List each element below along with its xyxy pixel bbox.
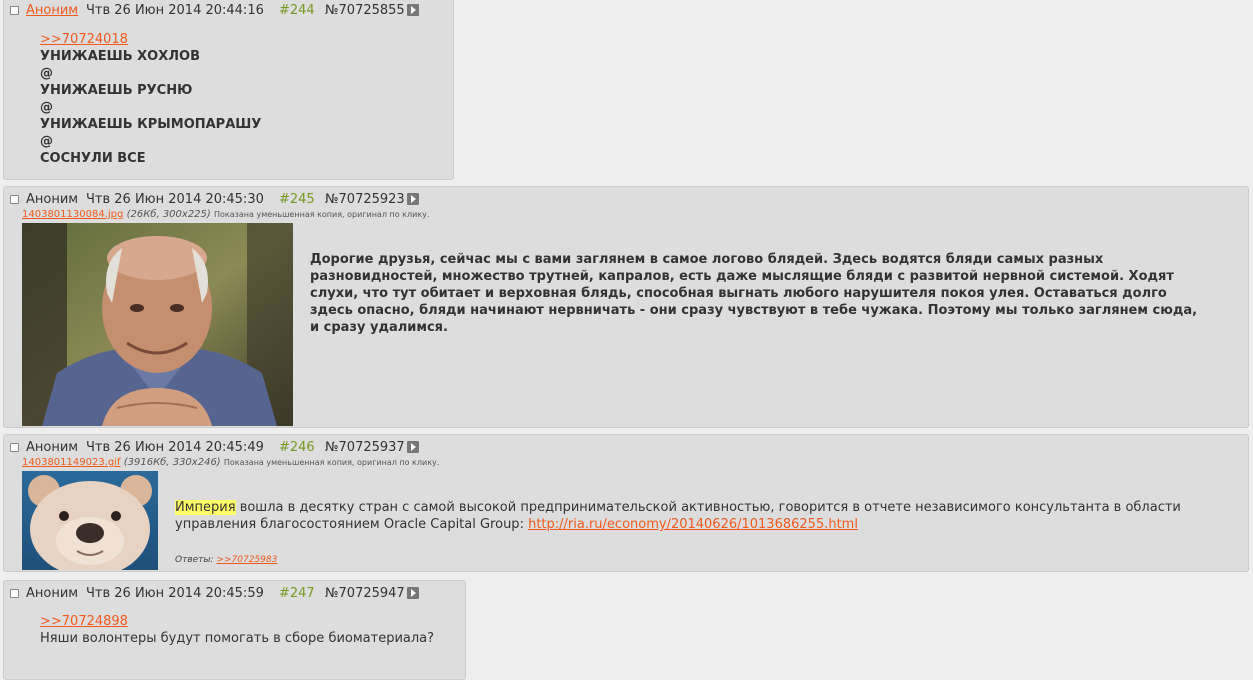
post-id-link[interactable]: №70725923	[325, 192, 405, 207]
post-header: Аноним Чтв 26 Июн 2014 20:45:49 #246 №70…	[4, 438, 444, 458]
post-id-link[interactable]: №70725937	[325, 440, 405, 455]
post-line: и сразу удалимся.	[310, 320, 448, 335]
post-date: Чтв 26 Июн 2014 20:45:30	[86, 192, 264, 207]
post-date: Чтв 26 Июн 2014 20:44:16	[86, 3, 264, 18]
reply-ref-link[interactable]: >>70724898	[40, 614, 128, 629]
post-line: @	[40, 66, 53, 81]
post-line: УНИЖАЕШЬ РУСНЮ	[40, 83, 193, 98]
post-date: Чтв 26 Июн 2014 20:45:59	[86, 586, 264, 601]
post: Аноним Чтв 26 Июн 2014 20:44:16 #244 №70…	[3, 0, 454, 180]
post-id-link[interactable]: №70725855	[325, 3, 405, 18]
post-line: разновидностей, множество трутней, капра…	[310, 269, 1174, 284]
file-note: Показана уменьшенная копия, оригинал по …	[214, 210, 430, 219]
post-thumbnail-image[interactable]	[22, 471, 158, 570]
post-body: Дорогие друзья, сейчас мы с вами загляне…	[310, 251, 1230, 336]
post-header: Аноним Чтв 26 Июн 2014 20:45:30 #245 №70…	[4, 190, 444, 210]
post: Аноним Чтв 26 Июн 2014 20:45:59 #247 №70…	[3, 580, 466, 680]
post-author: Аноним	[26, 586, 79, 601]
post-line: слухи, что тут обитает и верховная блядь…	[310, 286, 1167, 301]
post-line: УНИЖАЕШЬ КРЫМОПАРАШУ	[40, 117, 262, 132]
play-icon[interactable]	[407, 193, 419, 205]
post-line: @	[40, 134, 53, 149]
post-line: @	[40, 100, 53, 115]
file-info: 1403801130084.jpg (26Кб, 300x225) Показа…	[22, 209, 429, 220]
play-icon[interactable]	[407, 441, 419, 453]
post-author: Аноним	[26, 440, 79, 455]
play-icon[interactable]	[407, 4, 419, 16]
post-body: >>70724898 Няши волонтеры будут помогать…	[40, 613, 460, 647]
file-name-link[interactable]: 1403801149023.gif	[22, 457, 121, 468]
post-text: управления благосостоянием Oracle Capita…	[175, 517, 529, 532]
post-body: Империя вошла в десятку стран с самой вы…	[175, 499, 1235, 533]
play-icon[interactable]	[407, 587, 419, 599]
post-text: вошла в десятку стран с самой высокой пр…	[235, 500, 1181, 515]
highlighted-word: Империя	[175, 500, 236, 515]
file-name-link[interactable]: 1403801130084.jpg	[22, 209, 123, 220]
post-line: Дорогие друзья, сейчас мы с вами загляне…	[310, 252, 1104, 267]
file-meta: (3916Кб, 330x246)	[123, 457, 221, 468]
post-author: Аноним	[26, 192, 79, 207]
file-note: Показана уменьшенная копия, оригинал по …	[223, 458, 440, 467]
post-select-checkbox[interactable]	[10, 443, 19, 452]
reply-backlink[interactable]: >>70725983	[216, 555, 277, 565]
post-number: #244	[279, 3, 315, 18]
external-link[interactable]: http://ria.ru/economy/20140626/101368625…	[528, 517, 858, 532]
reply-ref-link[interactable]: >>70724018	[40, 32, 128, 47]
post-number: #245	[279, 192, 315, 207]
portrait-illustration	[22, 223, 293, 426]
post-select-checkbox[interactable]	[10, 195, 19, 204]
post-line: УНИЖАЕШЬ ХОХЛОВ	[40, 49, 200, 64]
file-meta: (26Кб, 300x225)	[126, 209, 211, 220]
post-number: #247	[279, 586, 315, 601]
post-header: Аноним Чтв 26 Июн 2014 20:44:16 #244 №70…	[4, 1, 444, 21]
post-select-checkbox[interactable]	[10, 589, 19, 598]
post-date: Чтв 26 Июн 2014 20:45:49	[86, 440, 264, 455]
post-body: >>70724018 УНИЖАЕШЬ ХОХЛОВ @ УНИЖАЕШЬ РУ…	[40, 31, 440, 167]
post: Аноним Чтв 26 Июн 2014 20:45:30 #245 №70…	[3, 186, 1249, 428]
file-info: 1403801149023.gif (3916Кб, 330x246) Пока…	[22, 457, 439, 468]
post-author[interactable]: Аноним	[26, 3, 78, 18]
replies-label: Ответы:	[175, 555, 214, 565]
post: Аноним Чтв 26 Июн 2014 20:45:49 #246 №70…	[3, 434, 1249, 572]
post-number: #246	[279, 440, 315, 455]
post-thumbnail-image[interactable]	[22, 223, 293, 426]
bear-mascot-illustration	[22, 471, 158, 570]
post-header: Аноним Чтв 26 Июн 2014 20:45:59 #247 №70…	[4, 584, 444, 604]
post-id-link[interactable]: №70725947	[325, 586, 405, 601]
post-line: СОСНУЛИ ВСЕ	[40, 151, 146, 166]
replies-list: Ответы: >>70725983	[175, 555, 277, 565]
post-line: здесь опасно, бляди начинают нервничать …	[310, 303, 1198, 318]
post-select-checkbox[interactable]	[10, 6, 19, 15]
post-line: Няши волонтеры будут помогать в сборе би…	[40, 631, 435, 646]
